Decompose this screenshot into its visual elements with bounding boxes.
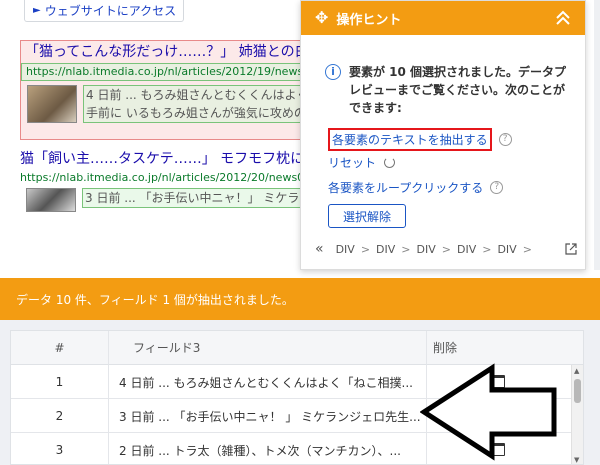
breadcrumb-node[interactable]: DIV <box>336 243 355 256</box>
row-value: 2 日前 ... トラ太（雑種）、トメ次（マンチカン）、... <box>109 433 427 464</box>
column-header-field[interactable]: フィールド3 <box>109 331 427 365</box>
result-body: 3 日前 ... 「お手伝い中ニャ！」 ミケラン <box>20 188 310 212</box>
element-breadcrumb: « DIV > DIV > DIV > DIV > DIV > <box>315 241 577 257</box>
snippet-line: 手前に いるもろみ姐さんが強気に攻めの姿 <box>86 106 310 120</box>
column-header-delete: 削除 <box>427 331 583 365</box>
visit-website-label: ウェブサイトにアクセス <box>44 4 177 18</box>
chevron-right-icon: > <box>482 242 492 256</box>
result-title[interactable]: 猫「飼い主……タスケテ……」 モフモフ枕に <box>20 148 310 170</box>
hint-message-text: 要素が 10 個選択されました。データプレビューまでご覧ください。次のことができ… <box>349 65 567 115</box>
column-header-num: # <box>11 331 109 365</box>
result-url: https://nlab.itmedia.co.jp/nl/articles/2… <box>20 171 310 184</box>
result-body: 4 日前 ... もろみ姐さんとむくくんはよく 手前に いるもろみ姐さんが強気に… <box>21 83 309 133</box>
search-result-2[interactable]: 猫「飼い主……タスケテ……」 モフモフ枕に https://nlab.itmed… <box>20 148 310 212</box>
row-number: 1 <box>11 365 109 399</box>
loop-click-link[interactable]: 各要素をループクリックする <box>328 179 483 196</box>
breadcrumb-node[interactable]: DIV <box>497 243 516 256</box>
hint-message: i 要素が 10 個選択されました。データプレビューまでご覧ください。次のことが… <box>325 63 569 117</box>
collapse-icon[interactable] <box>553 8 573 28</box>
extract-text-link[interactable]: 各要素のテキストを抽出する <box>328 128 492 151</box>
row-value: 3 日前 ... 「お手伝い中ニャ！ 」 ミケランジェロ先生... <box>109 399 427 433</box>
row-number: 2 <box>11 399 109 433</box>
row-number: 3 <box>11 433 109 464</box>
scroll-down-icon[interactable]: ▼ <box>574 456 579 464</box>
result-snippet: 4 日前 ... もろみ姐さんとむくくんはよく 手前に いるもろみ姐さんが強気に… <box>83 85 310 123</box>
table-scrollbar[interactable]: ▲ ▼ <box>571 365 583 464</box>
double-chevron-left-icon[interactable]: « <box>315 241 324 257</box>
hint-title: 操作ヒント <box>336 12 402 28</box>
chevron-right-icon: > <box>401 242 411 256</box>
visit-website-button[interactable]: ► ウェブサイトにアクセス <box>24 0 184 22</box>
result-thumbnail[interactable] <box>27 85 77 123</box>
chevron-right-icon: > <box>441 242 451 256</box>
scroll-up-icon[interactable]: ▲ <box>574 367 579 375</box>
scroll-thumb[interactable] <box>574 379 581 403</box>
row-value: 4 日前 ... もろみ姐さんとむくくんはよく「ねこ相撲... <box>109 365 427 399</box>
help-icon[interactable]: ? <box>490 181 504 194</box>
help-icon[interactable]: ? <box>498 133 512 146</box>
info-icon: i <box>325 64 341 80</box>
loop-click-action[interactable]: 各要素をループクリックする ? <box>328 179 504 196</box>
extract-text-action[interactable]: 各要素のテキストを抽出する ? <box>328 128 512 151</box>
breadcrumb-node[interactable]: DIV <box>376 243 395 256</box>
search-result-1[interactable]: 「猫ってこんな形だっけ……？」 姉猫との白 https://nlab.itmed… <box>20 40 310 140</box>
chevron-right-icon: > <box>522 242 532 256</box>
left-arrow-annotation-icon <box>420 363 557 461</box>
result-url: https://nlab.itmedia.co.jp/nl/articles/2… <box>21 63 309 81</box>
breadcrumb-node[interactable]: DIV <box>417 243 436 256</box>
result-thumbnail[interactable] <box>26 188 76 212</box>
reload-icon <box>384 157 396 168</box>
move-icon[interactable]: ✥ <box>315 10 328 26</box>
operation-hint-panel: ✥ 操作ヒント i 要素が 10 個選択されました。データプレビューまでご覧くだ… <box>300 0 586 270</box>
hint-header[interactable]: ✥ 操作ヒント <box>301 1 585 35</box>
result-snippet: 3 日前 ... 「お手伝い中ニャ！」 ミケラン <box>82 188 310 208</box>
reset-link[interactable]: リセット <box>328 154 376 171</box>
reset-action[interactable]: リセット <box>328 154 396 171</box>
result-title[interactable]: 「猫ってこんな形だっけ……？」 姉猫との白 <box>21 41 309 63</box>
snippet-line: 4 日前 ... もろみ姐さんとむくくんはよく <box>86 88 309 102</box>
play-icon: ► <box>33 5 41 16</box>
external-link-icon[interactable] <box>565 243 577 255</box>
chevron-right-icon: > <box>360 242 371 256</box>
breadcrumb-node[interactable]: DIV <box>457 243 476 256</box>
data-summary: データ 10 件、フィールド 1 個が抽出されました。 <box>0 278 600 320</box>
deselect-button[interactable]: 選択解除 <box>328 204 406 228</box>
